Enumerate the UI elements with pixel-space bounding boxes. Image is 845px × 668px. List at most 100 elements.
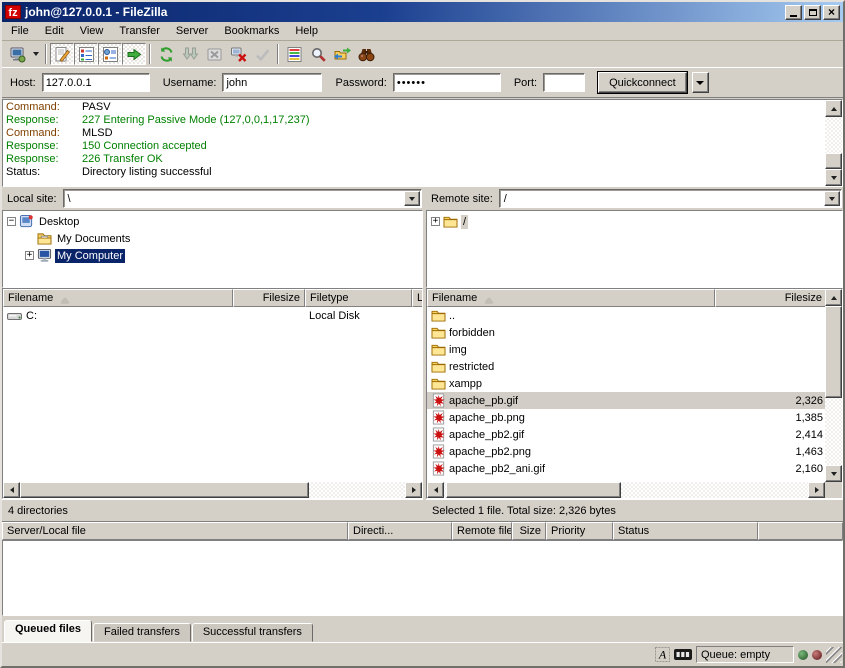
scrollbar-thumb[interactable] xyxy=(825,306,842,398)
menu-server[interactable]: Server xyxy=(168,23,216,39)
resize-grip[interactable] xyxy=(826,647,842,663)
scrollbar-track[interactable] xyxy=(825,117,842,169)
filter-button[interactable] xyxy=(282,43,306,65)
quickconnect-button[interactable]: Quickconnect xyxy=(598,72,687,93)
find-icon xyxy=(358,46,375,63)
tab-failed-transfers[interactable]: Failed transfers xyxy=(93,623,191,642)
username-input[interactable] xyxy=(222,73,322,92)
disconnect-button[interactable] xyxy=(226,43,250,65)
remote-file-row[interactable]: restricted xyxy=(427,358,825,375)
scroll-right-button[interactable] xyxy=(405,482,422,498)
local-tree-item[interactable]: −Desktop xyxy=(5,213,422,230)
remote-file-row[interactable]: img xyxy=(427,341,825,358)
column-header-directi-[interactable]: Directi... xyxy=(348,522,452,540)
remote-tree-item[interactable]: +/ xyxy=(429,213,842,230)
log-scrollbar[interactable] xyxy=(825,100,842,186)
maximize-button[interactable] xyxy=(804,5,821,20)
scrollbar-track[interactable] xyxy=(825,306,842,465)
scroll-up-button[interactable] xyxy=(825,289,842,306)
remote-vertical-scrollbar[interactable] xyxy=(825,289,842,482)
minimize-button[interactable] xyxy=(785,5,802,20)
scroll-left-button[interactable] xyxy=(3,482,20,498)
menu-file[interactable]: File xyxy=(3,23,37,39)
menu-bookmarks[interactable]: Bookmarks xyxy=(216,23,287,39)
scroll-left-button[interactable] xyxy=(427,482,444,498)
local-column-label: Filename xyxy=(8,292,53,304)
tree-item-label: My Documents xyxy=(55,232,132,246)
sync-browsing-button[interactable] xyxy=(330,43,354,65)
quickconnect-dropdown-button[interactable] xyxy=(692,72,709,93)
local-file-row[interactable]: C:Local Disk xyxy=(3,307,422,324)
collapse-icon[interactable]: − xyxy=(7,217,16,226)
remote-file-row[interactable]: apache_pb2_ani.gif2,160 xyxy=(427,460,825,477)
scrollbar-track[interactable] xyxy=(444,482,808,498)
local-site-dropdown-button[interactable] xyxy=(404,191,420,206)
transfer-queue-body[interactable] xyxy=(2,540,843,616)
refresh-button[interactable] xyxy=(154,43,178,65)
remote-file-row[interactable]: apache_pb2.gif2,414 xyxy=(427,426,825,443)
local-horizontal-scrollbar[interactable] xyxy=(3,482,422,498)
remote-cell-text: 1,385 xyxy=(795,412,823,424)
column-header-l[interactable]: L xyxy=(412,289,422,307)
remote-tree-panel: Remote site: / +/ xyxy=(426,188,843,288)
tab-queued-files[interactable]: Queued files xyxy=(4,620,92,642)
local-tree-item[interactable]: +My Computer xyxy=(5,247,422,264)
column-header-status[interactable]: Status xyxy=(613,522,758,540)
password-input[interactable] xyxy=(393,73,501,92)
column-header-size[interactable]: Size xyxy=(512,522,546,540)
scroll-down-button[interactable] xyxy=(825,169,842,186)
quickconnect-bar: Host: Username: Password: Port: Quickcon… xyxy=(2,68,843,98)
toggle-message-log-button[interactable] xyxy=(50,43,74,65)
remote-file-row[interactable]: apache_pb2.png1,463 xyxy=(427,443,825,460)
title-bar[interactable]: fz john@127.0.0.1 - FileZilla × xyxy=(2,2,843,22)
column-header-remote-file[interactable]: Remote file xyxy=(452,522,512,540)
host-input[interactable] xyxy=(42,73,150,92)
local-site-combobox[interactable]: \ xyxy=(63,189,422,208)
expand-icon[interactable]: + xyxy=(25,251,34,260)
remote-file-row[interactable]: .. xyxy=(427,307,825,324)
column-header-filetype[interactable]: Filetype xyxy=(305,289,412,307)
menu-transfer[interactable]: Transfer xyxy=(111,23,168,39)
menu-edit[interactable]: Edit xyxy=(37,23,72,39)
local-tree-item[interactable]: My Documents xyxy=(5,230,422,247)
scroll-right-button[interactable] xyxy=(808,482,825,498)
remote-file-row[interactable]: forbidden xyxy=(427,324,825,341)
remote-file-row[interactable]: apache_pb.png1,385 xyxy=(427,409,825,426)
port-input[interactable] xyxy=(543,73,585,92)
scroll-up-button[interactable] xyxy=(825,100,842,117)
scrollbar-thumb[interactable] xyxy=(446,482,621,498)
scrollbar-track[interactable] xyxy=(20,482,405,498)
column-header-server-local-file[interactable]: Server/Local file xyxy=(2,522,348,540)
remote-cell-filesize: 1,385 xyxy=(715,412,825,424)
scroll-down-button[interactable] xyxy=(825,465,842,482)
column-header-filename[interactable]: Filename xyxy=(427,289,715,307)
expand-icon[interactable]: + xyxy=(431,217,440,226)
compare-directories-button[interactable] xyxy=(306,43,330,65)
remote-site-dropdown-button[interactable] xyxy=(824,191,840,206)
local-cell-filename: C: xyxy=(3,309,233,323)
find-files-button[interactable] xyxy=(354,43,378,65)
remote-site-combobox[interactable]: / xyxy=(499,189,842,208)
filezilla-logo-icon: fz xyxy=(5,5,21,19)
column-header-priority[interactable]: Priority xyxy=(546,522,613,540)
site-manager-button[interactable] xyxy=(5,43,29,65)
column-header-filesize[interactable]: Filesize xyxy=(233,289,305,307)
toggle-remote-tree-button[interactable] xyxy=(98,43,122,65)
toggle-local-tree-button[interactable] xyxy=(74,43,98,65)
remote-file-row[interactable]: xampp xyxy=(427,375,825,392)
close-button[interactable]: × xyxy=(823,5,840,20)
local-file-list: C:Local Disk xyxy=(3,307,422,482)
chevron-down-icon xyxy=(696,81,704,89)
toggle-transfer-queue-button[interactable] xyxy=(122,43,146,65)
remote-cell-filename: apache_pb2.gif xyxy=(427,427,715,442)
scrollbar-thumb[interactable] xyxy=(20,482,309,498)
tab-successful-transfers[interactable]: Successful transfers xyxy=(192,623,313,642)
menu-view[interactable]: View xyxy=(72,23,112,39)
site-manager-dropdown-button[interactable] xyxy=(29,43,42,65)
column-header-filename[interactable]: Filename xyxy=(3,289,233,307)
menu-help[interactable]: Help xyxy=(287,23,326,39)
scrollbar-thumb[interactable] xyxy=(825,153,842,169)
remote-file-row[interactable]: apache_pb.gif2,326 xyxy=(427,392,825,409)
remote-horizontal-scrollbar[interactable] xyxy=(427,482,825,498)
column-header-filesize[interactable]: Filesize xyxy=(715,289,825,307)
